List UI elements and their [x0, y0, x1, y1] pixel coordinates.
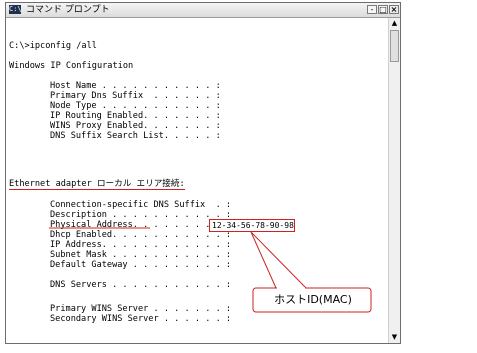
console-line: Connection-specific DNS Suffix . :	[50, 200, 232, 210]
console-line: WINS Proxy Enabled. . . . . . . :	[50, 121, 221, 131]
physical-address-value: 12-34-56-78-90-98	[209, 219, 295, 232]
maximize-button[interactable]: □	[378, 5, 388, 14]
physical-address-line: Physical Address. . . . . . . . . :	[50, 220, 232, 230]
console-line: Description . . . . . . . . . . . :	[50, 210, 232, 220]
console-line: Node Type . . . . . . . . . . . :	[50, 101, 221, 111]
minimize-button[interactable]: -	[367, 5, 377, 14]
scroll-up-icon[interactable]: ▲	[389, 18, 400, 29]
console-line: DNS Servers . . . . . . . . . . . :	[50, 280, 232, 290]
console-line: Host Name . . . . . . . . . . . :	[50, 81, 221, 91]
console-icon: C:\	[9, 5, 22, 14]
vertical-scrollbar[interactable]: ▲ ▼	[388, 18, 400, 343]
console-line: Secondary WINS Server . . . . . . :	[50, 314, 232, 324]
console-line: Default Gateway . . . . . . . . . :	[50, 260, 232, 270]
console-line: IP Address. . . . . . . . . . . . :	[50, 240, 232, 250]
console-line: Primary Dns Suffix . . . . . . :	[50, 91, 221, 101]
console-line: Subnet Mask . . . . . . . . . . . :	[50, 250, 232, 260]
console-line: Dhcp Enabled. . . . . . . . . . . :	[50, 230, 232, 240]
window-title: コマンド プロンプト	[26, 5, 110, 15]
scroll-thumb[interactable]	[390, 30, 399, 62]
command-line: C:\>ipconfig /all	[9, 41, 97, 51]
console-line: IP Routing Enabled. . . . . . . :	[50, 111, 221, 121]
ethernet-adapter-heading: Ethernet adapter ローカル エリア接続:	[9, 179, 185, 190]
console-line: Windows IP Configuration	[9, 61, 134, 71]
console-line: DNS Suffix Search List. . . . . :	[50, 131, 221, 141]
title-bar[interactable]: C:\ コマンド プロンプト - □ ×	[6, 3, 400, 18]
callout-label: ホストID(MAC)	[274, 293, 352, 306]
close-button[interactable]: ×	[389, 5, 399, 14]
console-line: Primary WINS Server . . . . . . . :	[50, 304, 232, 314]
scroll-down-icon[interactable]: ▼	[389, 332, 400, 343]
